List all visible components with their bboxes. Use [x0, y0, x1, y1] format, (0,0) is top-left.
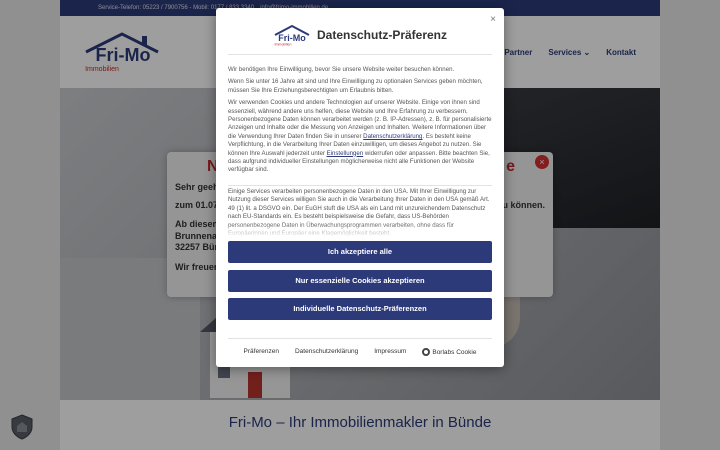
consent-details: Wir verwenden Cookies und andere Technol… [228, 99, 492, 174]
footer-link-imprint[interactable]: Impressum [374, 348, 406, 356]
divider [228, 54, 492, 55]
gear-icon [422, 348, 431, 356]
footer-link-privacy[interactable]: Datenschutzerklärung [295, 348, 358, 356]
divider [228, 338, 492, 339]
privacy-policy-link[interactable]: Datenschutzerklärung [363, 133, 422, 140]
consent-intro: Wir benötigen Ihre Einwilligung, bevor S… [228, 66, 455, 73]
svg-text:Immobilien: Immobilien [275, 43, 292, 47]
privacy-consent-dialog: × Fri-Mo Immobilien Datenschutz-Präferen… [216, 8, 504, 367]
individual-preferences-button[interactable]: Individuelle Datenschutz-Präferenzen [228, 298, 492, 320]
us-transfer-text: Einige Services verarbeiten personenbezo… [228, 188, 492, 237]
settings-link[interactable]: Einstellungen [327, 150, 364, 157]
dialog-footer: Präferenzen Datenschutzerklärung Impress… [216, 348, 504, 356]
divider [228, 185, 492, 186]
site-logo: Fri-Mo Immobilien [275, 24, 310, 47]
dialog-header: Fri-Mo Immobilien Datenschutz-Präferenz [216, 22, 504, 48]
accept-essential-button[interactable]: Nur essenzielle Cookies akzeptieren [228, 270, 492, 292]
dialog-title: Datenschutz-Präferenz [316, 28, 448, 42]
footer-link-preferences[interactable]: Präferenzen [244, 348, 279, 356]
accept-all-button[interactable]: Ich akzeptiere alle [228, 241, 492, 263]
svg-text:Fri-Mo: Fri-Mo [278, 33, 306, 43]
consent-age-note: Wenn Sie unter 16 Jahre alt sind und Ihr… [228, 78, 483, 94]
borlabs-link[interactable]: Borlabs Cookie [422, 348, 476, 356]
